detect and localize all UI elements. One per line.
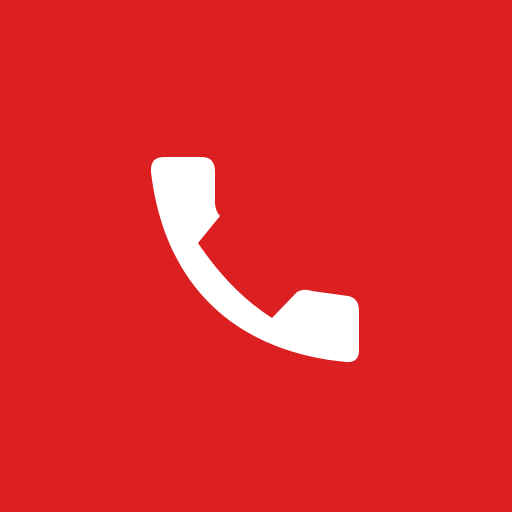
phone-app-icon[interactable]	[0, 0, 512, 512]
phone-icon	[150, 157, 359, 363]
